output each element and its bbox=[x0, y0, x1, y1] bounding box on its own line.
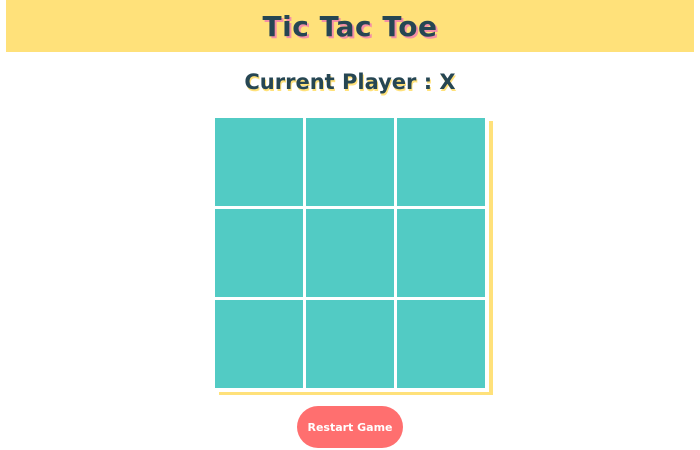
game-board bbox=[213, 116, 489, 392]
board-cell-1[interactable] bbox=[215, 118, 303, 206]
board-cell-7[interactable] bbox=[215, 300, 303, 388]
board-cell-5[interactable] bbox=[306, 209, 394, 297]
restart-game-button[interactable]: Restart Game bbox=[297, 406, 403, 448]
header-bar: Tic Tac Toe bbox=[6, 0, 694, 52]
current-player-status: Current Player : X bbox=[244, 70, 456, 94]
board-cell-9[interactable] bbox=[397, 300, 485, 388]
board-cell-8[interactable] bbox=[306, 300, 394, 388]
board-cell-6[interactable] bbox=[397, 209, 485, 297]
game-title: Tic Tac Toe bbox=[262, 9, 438, 43]
board-cell-3[interactable] bbox=[397, 118, 485, 206]
board-cell-2[interactable] bbox=[306, 118, 394, 206]
board-cell-4[interactable] bbox=[215, 209, 303, 297]
